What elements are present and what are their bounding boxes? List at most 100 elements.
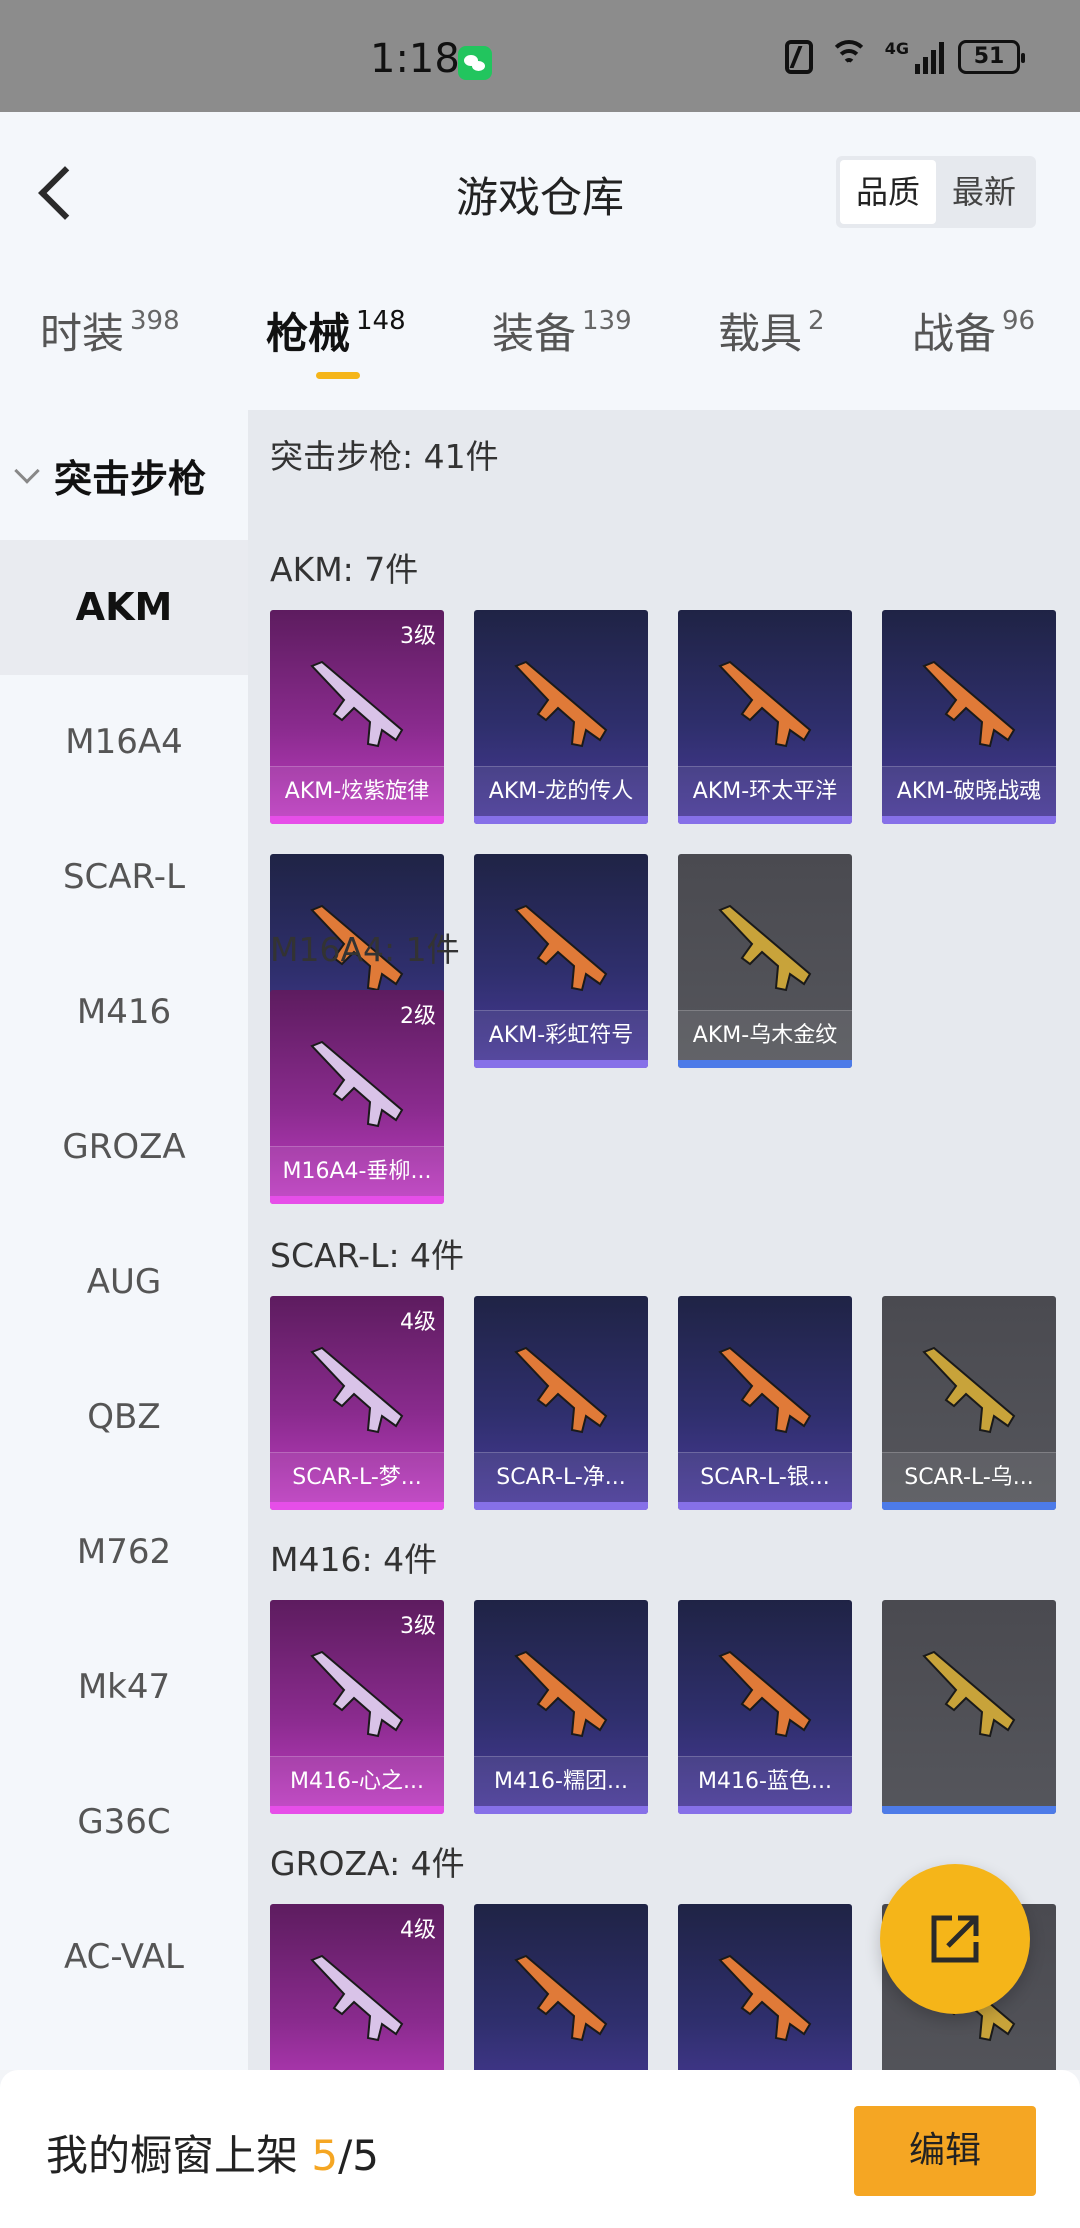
gun-icon [514, 1346, 608, 1434]
skin-card[interactable]: AKM-破晓战魂 [882, 610, 1056, 824]
gun-icon [310, 1954, 404, 2042]
network-type: 4G [884, 38, 909, 58]
skin-name: AKM-龙的传人 [474, 766, 648, 816]
skin-card[interactable] [678, 1904, 852, 2070]
sort-toggle: 品质 最新 [836, 156, 1036, 228]
rarity-bar [270, 1502, 444, 1510]
share-button[interactable] [880, 1864, 1030, 2014]
gun-icon [922, 1650, 1016, 1738]
sidebar-item-aug[interactable]: AUG [0, 1215, 248, 1350]
showcase-current-count: 5 [311, 2131, 339, 2180]
tab-count: 139 [582, 306, 632, 336]
skin-name: AKM-环太平洋 [678, 766, 852, 816]
skin-list[interactable]: 突击步枪: 41件 AKM: 7件 3级 AKM-炫紫旋律 AKM-龙的传人 AKM-环… [248, 410, 1080, 2070]
active-tab-indicator [316, 372, 360, 379]
sort-by-newest[interactable]: 最新 [936, 160, 1032, 224]
showcase-total: /5 [338, 2131, 379, 2180]
sidebar-item-mk47[interactable]: Mk47 [0, 1620, 248, 1755]
skin-group: SCAR-L: 4件 4级 SCAR-L-梦... SCAR-L-净... SCAR-L… [270, 1226, 1060, 1510]
tab-vehicles[interactable]: 载具 2 [718, 304, 825, 364]
skin-name: SCAR-L-梦... [270, 1452, 444, 1502]
skin-level-badge: 2级 [400, 1004, 436, 1029]
skin-card[interactable]: 4级 SCAR-L-梦... [270, 1296, 444, 1510]
skin-card[interactable]: AKM-龙的传人 [474, 610, 648, 824]
nfc-icon [784, 40, 813, 74]
tab-count: 96 [1002, 306, 1036, 336]
sidebar-item-m16a4[interactable]: M16A4 [0, 675, 248, 810]
gun-icon [310, 1650, 404, 1738]
sidebar-item-ac-val[interactable]: AC-VAL [0, 1890, 248, 2025]
tab-count: 148 [356, 306, 406, 336]
weapon-type-sidebar: 突击步枪 AKM M16A4 SCAR-L M416 GROZA AUG QBZ… [0, 410, 248, 2070]
showcase-status: 我的橱窗上架 5/5 [46, 2122, 379, 2183]
skin-card[interactable] [474, 1904, 648, 2070]
gun-icon [310, 1346, 404, 1434]
skin-group: M416: 4件 3级 M416-心之... M416-糯团... M416-蓝色... [270, 1530, 1060, 1814]
skin-card[interactable] [882, 1600, 1056, 1814]
skin-card[interactable]: 3级 AKM-炫紫旋律 [270, 610, 444, 824]
header: 游戏仓库 品质 最新 [0, 112, 1080, 292]
skin-card[interactable]: 3级 M416-心之... [270, 1600, 444, 1814]
tab-label: 装备 [492, 309, 577, 358]
rarity-bar [270, 1196, 444, 1204]
category-count-heading: 突击步枪: 41件 [270, 437, 499, 476]
showcase-label: 我的橱窗上架 [46, 2131, 312, 2180]
gun-icon [922, 660, 1016, 748]
skin-card[interactable]: M416-蓝色... [678, 1600, 852, 1814]
gun-icon [922, 1346, 1016, 1434]
skin-name: AKM-破晓战魂 [882, 766, 1056, 816]
rarity-bar [270, 1806, 444, 1814]
tab-label: 载具 [718, 309, 803, 358]
gun-icon [514, 660, 608, 748]
sidebar-item-m762[interactable]: M762 [0, 1485, 248, 1620]
skin-name: M416-心之... [270, 1756, 444, 1806]
skin-card[interactable]: AKM-环太平洋 [678, 610, 852, 824]
rarity-bar [882, 1502, 1056, 1510]
gun-icon [718, 1650, 812, 1738]
skin-level-badge: 4级 [400, 1918, 436, 1943]
chevron-down-icon [14, 458, 40, 484]
sidebar-group-assault-rifles[interactable]: 突击步枪 [0, 410, 248, 540]
gun-icon [310, 1040, 404, 1128]
gun-icon [718, 660, 812, 748]
sidebar-item-akm[interactable]: AKM [0, 540, 248, 675]
category-tabs: 时装 398 枪械 148 装备 139 载具 2 战备 96 [0, 292, 1080, 410]
gun-icon [718, 1954, 812, 2042]
skin-card[interactable]: SCAR-L-净... [474, 1296, 648, 1510]
skin-card[interactable]: SCAR-L-银... [678, 1296, 852, 1510]
skin-name: M416-糯团... [474, 1756, 648, 1806]
skin-card[interactable]: M416-糯团... [474, 1600, 648, 1814]
skin-card[interactable]: 4级 [270, 1904, 444, 2070]
sidebar-item-scar-l[interactable]: SCAR-L [0, 810, 248, 945]
status-time: 1:18 [370, 36, 460, 82]
rarity-bar [882, 816, 1056, 824]
tab-count: 398 [130, 306, 180, 336]
skin-card[interactable]: SCAR-L-乌... [882, 1296, 1056, 1510]
rarity-bar [474, 816, 648, 824]
skin-group-title: AKM: 7件 [270, 550, 419, 589]
signal-icon [915, 40, 944, 74]
rarity-bar [474, 1502, 648, 1510]
skin-name: M16A4-垂柳... [270, 1146, 444, 1196]
skin-name: SCAR-L-净... [474, 1452, 648, 1502]
share-icon [931, 1915, 979, 1963]
tab-gear[interactable]: 战备 96 [912, 304, 1035, 364]
skin-level-badge: 3级 [400, 1614, 436, 1639]
wechat-icon [458, 46, 492, 80]
tab-fashion[interactable]: 时装 398 [40, 304, 180, 364]
edit-button[interactable]: 编辑 [854, 2106, 1036, 2196]
sort-by-quality[interactable]: 品质 [840, 160, 936, 224]
rarity-bar [678, 1806, 852, 1814]
skin-card[interactable]: 2级 M16A4-垂柳... [270, 990, 444, 1204]
sidebar-item-groza[interactable]: GROZA [0, 1080, 248, 1215]
wifi-icon [827, 40, 871, 74]
tab-equipment[interactable]: 装备 139 [492, 304, 632, 364]
sidebar-item-g36c[interactable]: G36C [0, 1755, 248, 1890]
tab-guns[interactable]: 枪械 148 [266, 304, 406, 364]
skin-group-title: SCAR-L: 4件 [270, 1236, 465, 1275]
sidebar-item-m416[interactable]: M416 [0, 945, 248, 1080]
tab-label: 时装 [40, 309, 125, 358]
sidebar-item-qbz[interactable]: QBZ [0, 1350, 248, 1485]
skin-group-title: M416: 4件 [270, 1540, 438, 1579]
gun-icon [514, 1650, 608, 1738]
